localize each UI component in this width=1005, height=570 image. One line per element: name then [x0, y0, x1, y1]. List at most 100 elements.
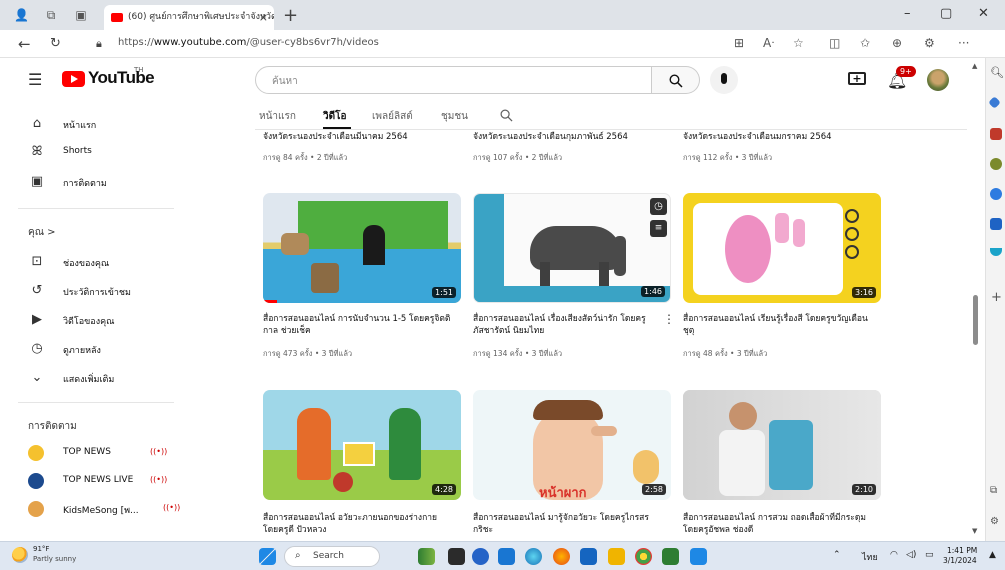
extensions-icon[interactable]: ⚙ [924, 36, 935, 50]
maximize-button[interactable]: ▢ [940, 6, 952, 21]
battery-icon[interactable]: ▭ [925, 550, 934, 560]
guide-item-history[interactable]: ↺ ประวัติการเข้าชม [0, 277, 178, 307]
watch-later-icon[interactable]: ◷ [650, 198, 667, 215]
guide-item-your-videos[interactable]: ▶ วิดีโอของคุณ [0, 306, 178, 336]
edge-games-icon[interactable] [990, 158, 1002, 170]
clock-date[interactable]: 3/1/2024 [943, 556, 977, 565]
guide-you-header[interactable]: คุณ > [28, 225, 56, 240]
youtube-logo-icon[interactable] [62, 71, 85, 87]
close-window-button[interactable]: ✕ [978, 6, 989, 21]
edge-telegram-icon[interactable] [990, 248, 1002, 256]
tab-actions-icon[interactable]: ▣ [74, 8, 88, 22]
edge-browser-icon[interactable] [525, 548, 542, 565]
profile-icon[interactable]: 👤 [14, 8, 29, 22]
video-title[interactable]: สื่อการสอนออนไลน์ การสวม ถอดเสื้อผ้าที่ม… [683, 512, 873, 540]
channel-search-icon[interactable] [500, 107, 513, 126]
edge-shopping-icon[interactable] [988, 96, 1001, 109]
hamburger-menu-icon[interactable]: ☰ [28, 70, 42, 89]
voice-search-button[interactable] [710, 66, 738, 94]
file-explorer-icon[interactable] [608, 548, 625, 565]
start-windows-icon[interactable] [259, 548, 276, 565]
guide-item-your-channel[interactable]: ⊡ ช่องของคุณ [0, 248, 178, 278]
tab-home[interactable]: หน้าแรก [259, 109, 296, 124]
video-thumbnail[interactable]: 1:51 [263, 193, 461, 303]
collections-icon[interactable]: ⊕ [892, 36, 902, 50]
taskbar-app-icon[interactable] [472, 548, 489, 565]
reload-icon[interactable]: ↻ [50, 36, 61, 51]
app-available-icon[interactable]: ⊞ [734, 36, 744, 50]
video-title[interactable]: จังหวัดระนองประจำเดือนกุมภาพันธ์ 2564 [473, 131, 663, 143]
volume-icon[interactable]: ◁) [906, 550, 916, 560]
new-tab-button[interactable]: + [283, 5, 298, 26]
guide-sub-item[interactable]: TOP NEWS LIVE ((•)) [0, 467, 178, 497]
video-title[interactable]: จังหวัดระนองประจำเดือนมกราคม 2564 [683, 131, 873, 143]
video-thumbnail[interactable]: 2:10 [683, 390, 881, 500]
tab-playlists[interactable]: เพลย์ลิสต์ [372, 109, 413, 124]
guide-item-subscriptions[interactable]: ▣ การติดตาม [0, 168, 178, 198]
more-actions-icon[interactable]: ⋮ [663, 312, 675, 326]
video-title[interactable]: สื่อการสอนออนไลน์ มารู้จักอวัยวะ โดยครูไ… [473, 512, 663, 540]
tab-community[interactable]: ชุมชน [441, 109, 468, 124]
guide-item-show-more[interactable]: ⌄ แสดงเพิ่มเติม [0, 364, 178, 394]
edge-search-icon[interactable]: 🔍︎ [990, 66, 1004, 79]
guide-sub-item[interactable]: TOP NEWS ((•)) [0, 439, 178, 469]
taskbar-app-icon[interactable] [690, 548, 707, 565]
scroll-up-icon[interactable]: ▲ [972, 62, 977, 70]
video-thumbnail[interactable]: ◷ ≡ 1:46 [473, 193, 671, 303]
minimize-button[interactable]: – [904, 6, 911, 21]
guide-sub-item[interactable]: KidsMeSong [พ... ((•)) [0, 495, 180, 525]
guide-item-home[interactable]: ⌂ หน้าแรก [0, 110, 178, 140]
task-view-icon[interactable] [448, 548, 465, 565]
avatar[interactable] [927, 69, 949, 91]
guide-item-watch-later[interactable]: ◷ ดูภายหลัง [0, 335, 178, 365]
video-title[interactable]: สื่อการสอนออนไลน์ เรียนรู้เรื่องสี โดยคร… [683, 313, 873, 337]
youtube-logo-text[interactable]: YouTube [88, 68, 155, 88]
wifi-icon[interactable]: ◠ [890, 550, 898, 560]
tab-videos[interactable]: วิดีโอ [323, 109, 347, 124]
edge-add-icon[interactable]: + [991, 290, 1002, 305]
taskbar-search-box[interactable]: ⌕ Search [284, 546, 380, 567]
language-indicator[interactable]: ไทย [862, 550, 878, 564]
browser-tab[interactable]: (60) ศูนย์การศึกษาพิเศษประจำจังหวัด × [104, 5, 274, 30]
edge-tools-icon[interactable] [990, 128, 1002, 140]
create-video-icon[interactable]: + [848, 72, 866, 85]
video-thumbnail[interactable]: 4:28 [263, 390, 461, 500]
clock-time[interactable]: 1:41 PM [947, 546, 977, 555]
tray-overflow-icon[interactable]: ⌃ [833, 550, 841, 560]
back-icon[interactable]: ← [18, 35, 31, 53]
read-aloud-icon[interactable]: Aᐧ [763, 36, 774, 50]
video-title[interactable]: จังหวัดระนองประจำเดือนมีนาคม 2564 [263, 131, 453, 143]
split-screen-icon[interactable]: ◫ [829, 36, 840, 50]
guide-item-shorts[interactable]: ꕤ Shorts [0, 138, 178, 168]
shorts-icon: ꕤ [31, 144, 43, 159]
search-input[interactable]: ค้นหา [255, 66, 652, 94]
video-title[interactable]: สื่อการสอนออนไลน์ การนับจำนวน 1-5 โดยครู… [263, 313, 453, 337]
lock-icon[interactable]: 🔒︎ [96, 37, 102, 51]
scroll-down-icon[interactable]: ▼ [972, 527, 977, 535]
taskbar-app-icon[interactable] [580, 548, 597, 565]
notification-bell-icon[interactable]: ▲ [989, 550, 996, 560]
taskbar-app-icon[interactable] [418, 548, 435, 565]
video-thumbnail[interactable]: 3:16 [683, 193, 881, 303]
url-field[interactable]: https://www.youtube.com/@user-cy8bs6vr7h… [118, 37, 379, 48]
favorites-icon[interactable]: ✩ [860, 36, 870, 50]
video-thumbnail[interactable]: หน้าผาก 2:58 [473, 390, 671, 500]
firefox-icon[interactable] [553, 548, 570, 565]
favorite-star-icon[interactable]: ☆ [793, 36, 804, 50]
more-menu-icon[interactable]: ··· [958, 36, 969, 50]
scrollbar-thumb[interactable] [973, 295, 978, 345]
taskbar-app-icon[interactable] [662, 548, 679, 565]
search-button[interactable] [652, 66, 700, 94]
taskbar-app-icon[interactable] [498, 548, 515, 565]
chrome-icon[interactable] [635, 548, 652, 565]
edge-expand-icon[interactable]: ⧉ [990, 485, 997, 496]
video-title[interactable]: สื่อการสอนออนไลน์ เรื่องเสียงสัตว์น่ารัก… [473, 313, 653, 337]
workspaces-icon[interactable]: ⧉ [44, 8, 58, 22]
add-to-queue-icon[interactable]: ≡ [650, 220, 667, 237]
close-tab-icon[interactable]: × [259, 5, 268, 30]
weather-icon[interactable] [12, 547, 28, 563]
edge-copilot-icon[interactable] [990, 188, 1002, 200]
edge-outlook-icon[interactable] [990, 218, 1002, 230]
edge-settings-icon[interactable]: ⚙ [990, 516, 999, 527]
video-title[interactable]: สื่อการสอนออนไลน์ อวัยวะภายนอกของร่างกาย… [263, 512, 453, 540]
